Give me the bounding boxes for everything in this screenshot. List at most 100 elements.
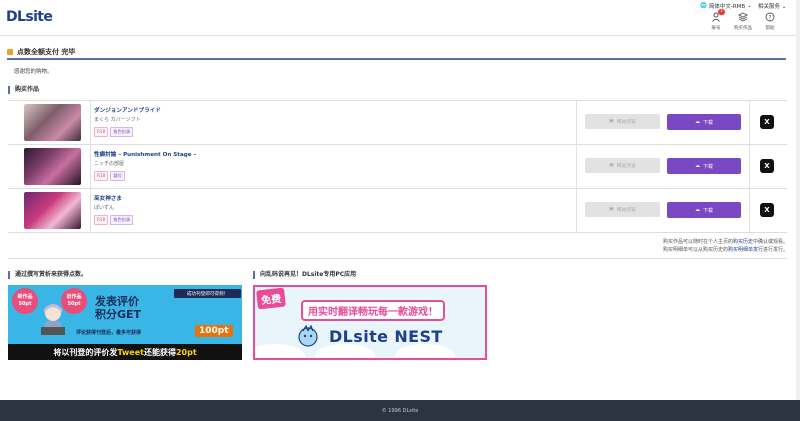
product-thumbnail[interactable] — [24, 192, 81, 229]
share-x-button[interactable]: X — [760, 203, 774, 217]
browser-view-label: 网站浏览 — [616, 208, 636, 213]
cloud-download-icon: ☁ — [694, 119, 700, 125]
product-thumbnail[interactable] — [24, 148, 81, 185]
product-title[interactable]: 性癖討論 – Punishment On Stage – — [94, 150, 196, 158]
page-title-text: 点数全额支付 完毕 — [17, 48, 76, 56]
browser-icon: ▣ — [609, 207, 614, 212]
library-label: 购买作品 — [734, 26, 752, 31]
tag-badge: R18 — [94, 127, 109, 137]
browser-view-label: 网站浏览 — [616, 164, 636, 169]
browser-view-button[interactable]: ▣ 网站浏览 — [585, 114, 660, 129]
divider — [8, 258, 787, 259]
language-selector[interactable]: 🌐 简体中文-RMB ⌄ — [700, 2, 752, 10]
download-button[interactable]: ☁ 下载 — [667, 114, 741, 130]
product-thumbnail[interactable] — [24, 104, 81, 141]
browser-view-button[interactable]: ▣ 网站浏览 — [585, 158, 660, 173]
user-icon: 1 — [710, 9, 725, 23]
tag-badge: R18 — [94, 171, 109, 181]
x-logo-icon: X — [764, 206, 770, 214]
browser-icon: ▣ — [609, 119, 614, 124]
download-button[interactable]: ☁ 下载 — [667, 202, 741, 218]
nest-logo-text: DLsite NEST — [329, 327, 443, 346]
title-marker-icon — [7, 49, 13, 55]
note-text: 购买明细单可以从购买历史的 — [662, 247, 728, 253]
review-heading: 通过撰写赏析来获得点数。 — [8, 271, 87, 279]
purchase-table: ダンジョンアンドプライド まくら カバーソフト R18 角色扮演 ▣ 网站浏览 … — [8, 100, 787, 233]
bottom-text: 将以刊登的评价发 — [53, 347, 118, 357]
tag-badge: 角色扮演 — [110, 215, 134, 225]
copyright-text: © 1996 DLsite — [381, 407, 419, 414]
download-label: 下载 — [702, 207, 713, 214]
browser-view-button[interactable]: ▣ 网站浏览 — [585, 202, 660, 217]
cloud-download-icon: ☁ — [694, 163, 700, 169]
svg-text:?: ? — [768, 14, 771, 21]
help-button[interactable]: ? 帮助 — [757, 11, 783, 31]
download-label: 下载 — [702, 163, 713, 170]
account-label: 账号 — [711, 26, 721, 31]
share-x-button[interactable]: X — [760, 159, 774, 173]
download-label: 下载 — [702, 119, 713, 126]
product-title[interactable]: 巫女神さま — [94, 194, 122, 202]
globe-icon: 🌐 — [700, 3, 707, 9]
nest-tagline: 用实时翻译畅玩每一款游戏！ — [301, 300, 445, 321]
tag-badge: 冒险 — [110, 171, 125, 181]
page-title: 点数全额支付 完毕 — [7, 46, 786, 60]
x-logo-icon: X — [764, 118, 770, 126]
browser-view-label: 网站浏览 — [616, 120, 636, 125]
review-main-text: 发表评价 积分GET — [95, 295, 141, 321]
support-menu[interactable]: 相关服务 ⌄ — [758, 2, 786, 10]
purchased-works-heading: 购买作品 — [8, 86, 39, 94]
product-tags: R18 角色扮演 — [94, 127, 134, 137]
table-row: ダンジョンアンドプライド まくら カバーソフト R18 角色扮演 ▣ 网站浏览 … — [8, 101, 787, 145]
note-text: 中确认或观看。 — [752, 239, 788, 245]
cloud-download-icon: ☁ — [694, 207, 700, 213]
help-label: 帮助 — [765, 26, 775, 31]
note-text: 购买作品可以随时在个人主页的 — [662, 239, 733, 245]
tag-badge: 角色扮演 — [110, 127, 134, 137]
review-points-banner[interactable]: 新作品 50pt 旧作品 50pt 发表评价 积分GET 成功刊登即可得到！ 评… — [8, 285, 242, 360]
vertical-scrollbar[interactable] — [796, 0, 800, 400]
review-sub-text: 评论获得刊登后，最多可获得 — [76, 330, 142, 336]
bottom-highlight: 20pt — [175, 347, 197, 357]
review-main-line: 积分GET — [95, 308, 142, 321]
dlsite-nest-banner[interactable]: 免费 用实时翻译畅玩每一款游戏！ DLsite NEST — [253, 285, 487, 360]
review-bottom-bar: 将以刊登的评价发 Tweet 还能获得 20pt — [8, 344, 242, 360]
product-maker[interactable]: まくら カバーソフト — [94, 116, 141, 123]
nest-bird-icon — [298, 324, 318, 347]
note-text: 进行发行。 — [762, 247, 788, 253]
product-tags: R18 角色扮演 — [94, 215, 134, 225]
table-row: 性癖討論 – Punishment On Stage – ニッチの部屋 R18 … — [8, 145, 787, 189]
x-logo-icon: X — [764, 162, 770, 170]
table-row: 巫女神さま ぱいずん R18 角色扮演 ▣ 网站浏览 ☁ 下载 X — [8, 189, 787, 233]
library-button[interactable]: 购买作品 — [730, 11, 756, 31]
dlsite-logo[interactable]: DLsite — [6, 9, 53, 25]
receipt-note: 购买明细单可以从购买历史的购买明细单发行进行发行。 — [663, 246, 788, 253]
language-label: 简体中文-RMB — [708, 4, 746, 10]
chevron-down-icon: ⌄ — [781, 4, 787, 10]
share-x-button[interactable]: X — [760, 115, 774, 129]
browser-icon: ▣ — [609, 163, 614, 168]
product-maker[interactable]: ニッチの部屋 — [94, 160, 124, 167]
bottom-text: 还能获得 — [143, 347, 176, 357]
product-maker[interactable]: ぱいずん — [94, 204, 114, 211]
product-title[interactable]: ダンジョンアンドプライド — [94, 106, 161, 114]
purchase-history-link[interactable]: 购买历史 — [733, 239, 753, 245]
review-main-line: 发表评价 — [95, 295, 139, 308]
new-works-badge: 新作品 50pt — [12, 288, 38, 314]
chevron-down-icon: ⌄ — [747, 3, 752, 9]
library-icon — [737, 11, 749, 23]
bottom-highlight: Tweet — [117, 347, 144, 357]
site-footer: © 1996 DLsite — [0, 400, 800, 421]
review-pill: 成功刊登即可得到！ — [174, 289, 241, 298]
free-badge: 免费 — [256, 287, 286, 310]
site-header: DLsite 🌐 简体中文-RMB ⌄ 相关服务 ⌄ 1 账号 购买作品 ? 帮… — [0, 0, 800, 36]
mascot-illustration — [41, 304, 65, 335]
product-tags: R18 冒险 — [94, 171, 125, 181]
nest-heading: 向乱码说再见！DLsite专用PC应用 — [253, 271, 356, 279]
account-button[interactable]: 1 账号 — [703, 9, 729, 31]
receipt-issue-link[interactable]: 购买明细单发行 — [728, 247, 763, 253]
tag-badge: R18 — [94, 215, 109, 225]
download-button[interactable]: ☁ 下载 — [667, 158, 741, 174]
notification-badge: 1 — [718, 9, 725, 15]
support-label: 相关服务 — [758, 4, 781, 10]
